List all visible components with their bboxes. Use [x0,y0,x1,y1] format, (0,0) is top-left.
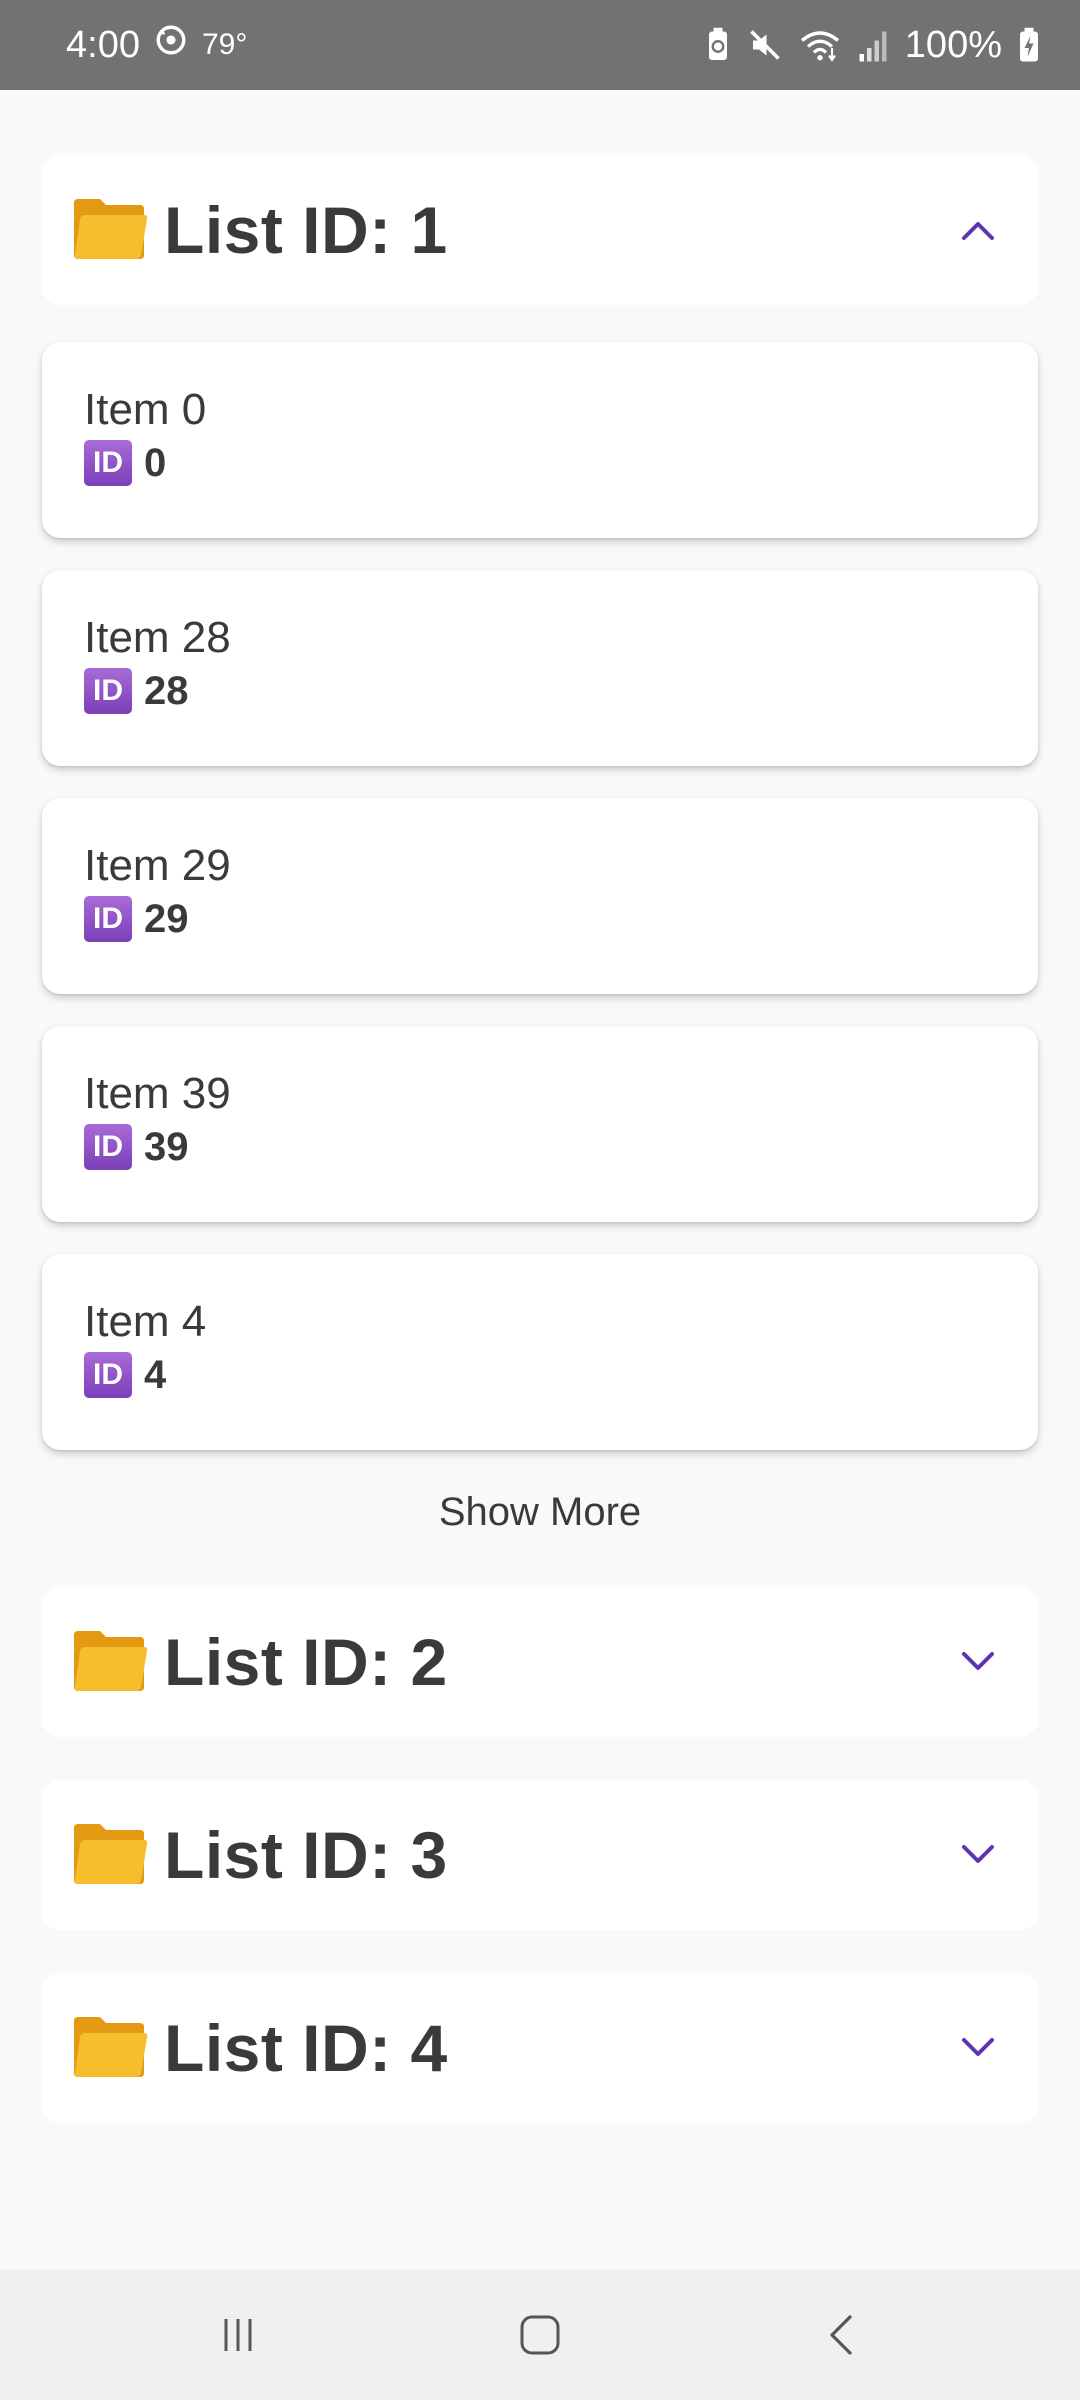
list-header-1[interactable]: List ID: 1 [42,155,1038,305]
back-icon[interactable] [812,2305,872,2365]
status-battery: 100% [904,23,1002,66]
chevron-down-icon[interactable] [948,2018,1008,2078]
item-name: Item 39 [84,1069,231,1118]
list-item[interactable]: Item 4 ID 4 [42,1254,1038,1450]
item-id: 39 [144,1124,189,1169]
item-id: 28 [144,668,189,713]
list-header-4[interactable]: List ID: 4 [42,1973,1038,2123]
id-icon: ID [84,440,132,486]
list-title: List ID: 2 [164,1625,448,1699]
battery-saver-icon [705,27,731,63]
list-item[interactable]: Item 39 ID 39 [42,1026,1038,1222]
show-more-button[interactable]: Show More [0,1490,1080,1535]
battery-charging-icon [1018,27,1040,63]
folder-icon [70,1820,150,1890]
signal-icon [857,27,889,63]
home-icon[interactable] [510,2305,570,2365]
list-title: List ID: 4 [164,2011,448,2085]
list-title: List ID: 1 [164,193,448,267]
wifi-icon [799,27,841,63]
list-item[interactable]: Item 0 ID 0 [42,342,1038,538]
status-bar: 4:00 79° 100% [0,0,1080,90]
status-time: 4:00 [66,23,140,66]
folder-icon [70,195,150,265]
chevron-down-icon[interactable] [948,1825,1008,1885]
list-item[interactable]: Item 29 ID 29 [42,798,1038,994]
status-temperature: 79° [201,28,248,61]
recents-icon[interactable] [208,2305,268,2365]
list-item[interactable]: Item 28 ID 28 [42,570,1038,766]
id-icon: ID [84,1352,132,1398]
id-icon: ID [84,1124,132,1170]
navigation-bar [0,2270,1080,2400]
item-name: Item 0 [84,385,207,434]
sync-icon [154,23,188,67]
item-name: Item 4 [84,1297,207,1346]
folder-icon [70,1627,150,1697]
item-id: 0 [144,440,167,485]
list-title: List ID: 3 [164,1818,448,1892]
id-icon: ID [84,668,132,714]
item-name: Item 29 [84,841,231,890]
list-header-3[interactable]: List ID: 3 [42,1780,1038,1930]
folder-icon [70,2013,150,2083]
item-id: 4 [144,1352,167,1397]
mute-icon [747,27,783,63]
item-name: Item 28 [84,613,231,662]
list-container: List ID: 1 Item 0 ID 0 Item 28 ID 28 Ite… [0,90,1080,2270]
list-header-2[interactable]: List ID: 2 [42,1587,1038,1737]
chevron-up-icon[interactable] [948,200,1008,260]
item-id: 29 [144,896,189,941]
chevron-down-icon[interactable] [948,1632,1008,1692]
id-icon: ID [84,896,132,942]
